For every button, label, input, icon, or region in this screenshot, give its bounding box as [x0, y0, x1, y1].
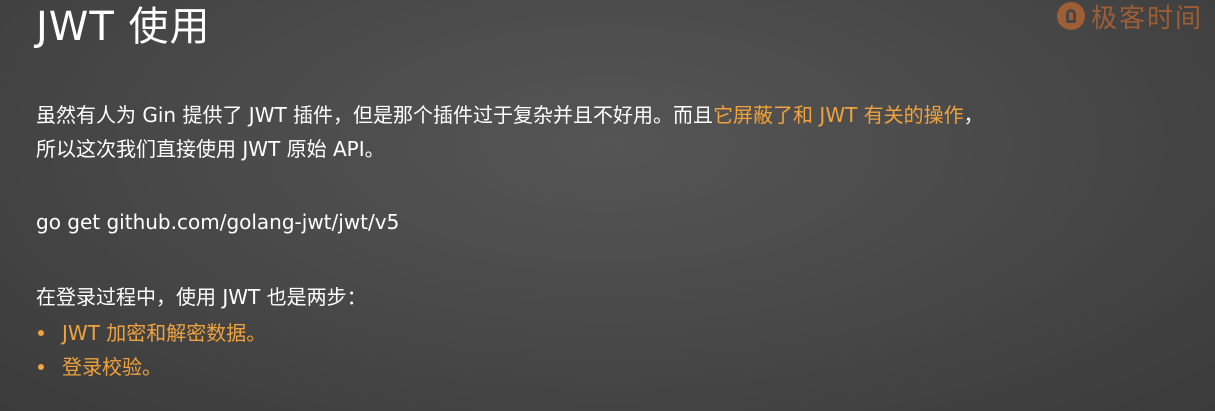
slide-title: JWT 使用: [36, 4, 211, 50]
bullet-icon: [38, 330, 44, 336]
list-item-text: 登录校验。: [62, 355, 162, 379]
list-item: 登录校验。: [36, 350, 266, 384]
list-item: JWT 加密和解密数据。: [36, 316, 266, 350]
intro-paragraph: 虽然有人为 Gin 提供了 JWT 插件，但是那个插件过于复杂并且不好用。而且它…: [36, 98, 1186, 166]
steps-intro: 在登录过程中，使用 JWT 也是两步：: [36, 285, 367, 309]
list-item-text: JWT 加密和解密数据。: [62, 321, 267, 345]
logo: 极客时间: [1056, 0, 1203, 34]
paragraph-highlight: 它屏蔽了和 JWT 有关的操作: [713, 103, 964, 127]
steps-list: JWT 加密和解密数据。 登录校验。: [36, 316, 266, 384]
paragraph-part1: 虽然有人为 Gin 提供了 JWT 插件，但是那个插件过于复杂并且不好用。而且: [36, 103, 714, 127]
paragraph-line2: 所以这次我们直接使用 JWT 原始 API。: [36, 137, 385, 161]
logo-text: 极客时间: [1090, 3, 1203, 34]
install-command: go get github.com/golang-jwt/jwt/v5: [36, 210, 400, 234]
paragraph-part2: ，: [963, 103, 984, 127]
bullet-icon: [38, 364, 44, 370]
geektime-logo-icon: [1056, 2, 1085, 30]
